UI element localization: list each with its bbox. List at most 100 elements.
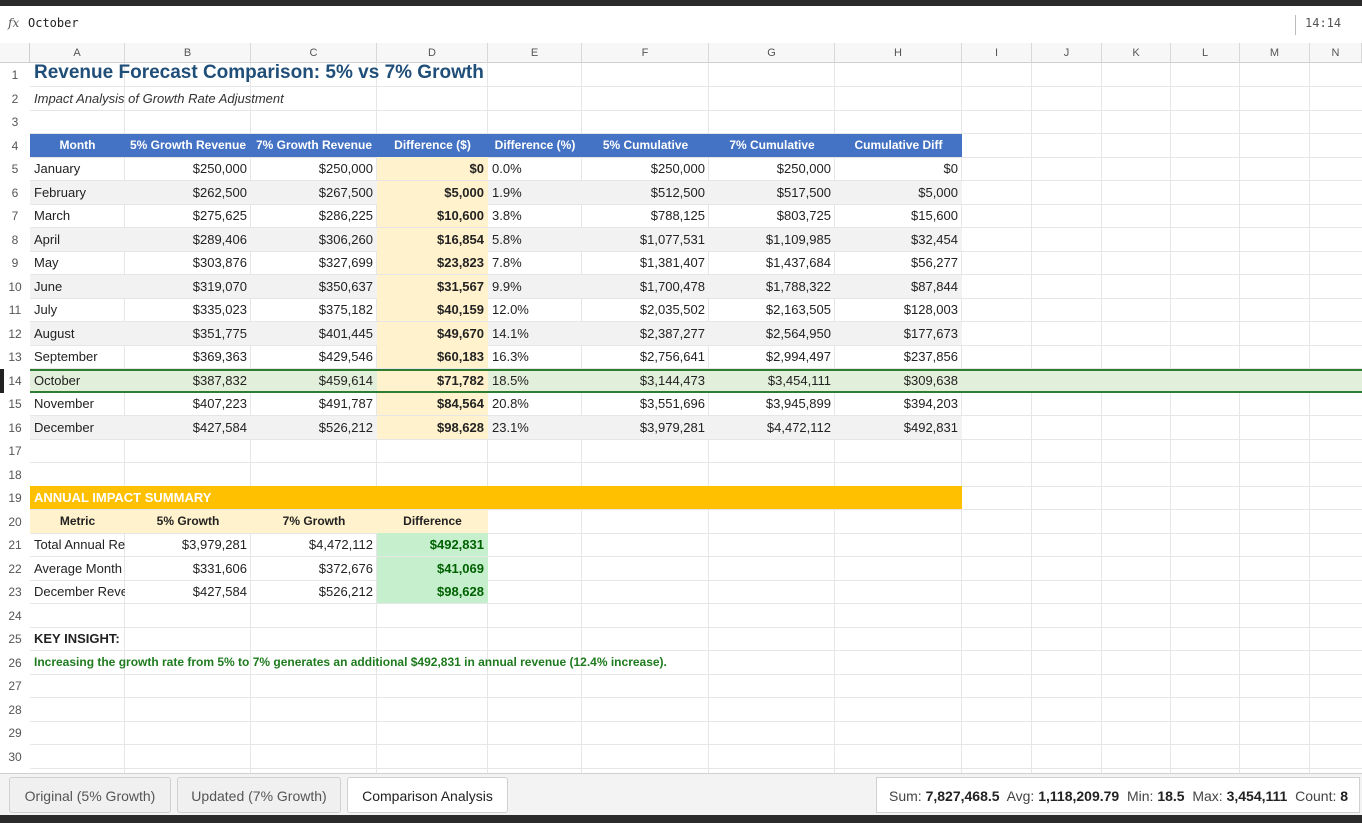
summary-cell[interactable]: Total Annual Re xyxy=(30,533,125,556)
table-cell[interactable]: $3,979,281 xyxy=(582,415,709,439)
row-header-28[interactable]: 28 xyxy=(0,697,30,722)
summary-cell[interactable]: $427,584 xyxy=(125,580,251,603)
column-header-A[interactable]: A xyxy=(30,43,125,63)
table-cell[interactable]: $267,500 xyxy=(251,180,377,204)
row-header-14[interactable]: 14 xyxy=(0,368,30,393)
table-cell[interactable]: $2,163,505 xyxy=(709,298,835,321)
table-cell[interactable]: 18.5% xyxy=(488,368,582,392)
table-cell[interactable]: $369,363 xyxy=(125,345,251,368)
table-cell[interactable]: 14.1% xyxy=(488,321,582,345)
table-cell[interactable]: $23,823 xyxy=(377,251,488,274)
row-header-17[interactable]: 17 xyxy=(0,439,30,463)
column-header-H[interactable]: H xyxy=(835,43,962,63)
table-cell[interactable]: April xyxy=(30,227,125,251)
table-cell[interactable]: 16.3% xyxy=(488,345,582,368)
table-cell[interactable]: $250,000 xyxy=(709,157,835,180)
table-cell[interactable]: $15,600 xyxy=(835,204,962,227)
summary-cell[interactable]: $98,628 xyxy=(377,580,488,603)
column-header-F[interactable]: F xyxy=(582,43,709,63)
summary-cell[interactable]: $4,472,112 xyxy=(251,533,377,556)
column-header-C[interactable]: C xyxy=(251,43,377,63)
row-header-18[interactable]: 18 xyxy=(0,462,30,487)
table-cell[interactable]: $71,782 xyxy=(377,368,488,392)
row-header-21[interactable]: 21 xyxy=(0,533,30,557)
table-cell[interactable]: $3,454,111 xyxy=(709,368,835,392)
table-cell[interactable]: $60,183 xyxy=(377,345,488,368)
table-cell[interactable]: $49,670 xyxy=(377,321,488,345)
table-cell[interactable]: $512,500 xyxy=(582,180,709,204)
table-cell[interactable]: $40,159 xyxy=(377,298,488,321)
summary-cell[interactable]: $526,212 xyxy=(251,580,377,603)
summary-cell[interactable]: December Reve xyxy=(30,580,125,603)
row-header-23[interactable]: 23 xyxy=(0,580,30,604)
table-cell[interactable]: $306,260 xyxy=(251,227,377,251)
row-header-25[interactable]: 25 xyxy=(0,627,30,651)
table-cell[interactable]: 3.8% xyxy=(488,204,582,227)
column-header-B[interactable]: B xyxy=(125,43,251,63)
summary-cell[interactable]: $3,979,281 xyxy=(125,533,251,556)
table-cell[interactable]: $128,003 xyxy=(835,298,962,321)
table-cell[interactable]: $492,831 xyxy=(835,415,962,439)
row-header-15[interactable]: 15 xyxy=(0,392,30,416)
table-cell[interactable]: $309,638 xyxy=(835,368,962,392)
row-header-26[interactable]: 26 xyxy=(0,650,30,675)
table-cell[interactable]: $2,387,277 xyxy=(582,321,709,345)
table-cell[interactable]: February xyxy=(30,180,125,204)
table-cell[interactable]: $429,546 xyxy=(251,345,377,368)
table-cell[interactable]: March xyxy=(30,204,125,227)
table-cell[interactable]: September xyxy=(30,345,125,368)
row-header-12[interactable]: 12 xyxy=(0,321,30,346)
row-header-4[interactable]: 4 xyxy=(0,133,30,158)
row-header-30[interactable]: 30 xyxy=(0,744,30,769)
row-header-10[interactable]: 10 xyxy=(0,274,30,299)
table-cell[interactable]: $56,277 xyxy=(835,251,962,274)
row-header-1[interactable]: 1 xyxy=(0,63,30,87)
formula-input[interactable]: October xyxy=(28,16,79,30)
column-header-N[interactable]: N xyxy=(1310,43,1362,63)
table-cell[interactable]: $2,756,641 xyxy=(582,345,709,368)
table-cell[interactable]: $335,023 xyxy=(125,298,251,321)
column-header-M[interactable]: M xyxy=(1240,43,1310,63)
table-cell[interactable]: $803,725 xyxy=(709,204,835,227)
table-cell[interactable]: 12.0% xyxy=(488,298,582,321)
summary-cell[interactable]: $331,606 xyxy=(125,557,251,580)
table-cell[interactable]: $387,832 xyxy=(125,368,251,392)
table-cell[interactable]: $4,472,112 xyxy=(709,415,835,439)
row-header-27[interactable]: 27 xyxy=(0,674,30,698)
table-cell[interactable]: $177,673 xyxy=(835,321,962,345)
table-cell[interactable]: $351,775 xyxy=(125,321,251,345)
table-cell[interactable]: $3,551,696 xyxy=(582,392,709,415)
tab-original[interactable]: Original (5% Growth) xyxy=(9,777,171,813)
table-cell[interactable]: $250,000 xyxy=(251,157,377,180)
row-header-20[interactable]: 20 xyxy=(0,509,30,534)
row-header-16[interactable]: 16 xyxy=(0,415,30,440)
table-cell[interactable]: $2,994,497 xyxy=(709,345,835,368)
table-cell[interactable]: $237,856 xyxy=(835,345,962,368)
table-cell[interactable]: $1,077,531 xyxy=(582,227,709,251)
table-cell[interactable]: October xyxy=(30,368,125,392)
table-cell[interactable]: 1.9% xyxy=(488,180,582,204)
table-cell[interactable]: 0.0% xyxy=(488,157,582,180)
row-header-13[interactable]: 13 xyxy=(0,345,30,369)
table-cell[interactable]: $1,381,407 xyxy=(582,251,709,274)
row-header-19[interactable]: 19 xyxy=(0,486,30,510)
table-cell[interactable]: $319,070 xyxy=(125,274,251,298)
table-cell[interactable]: $788,125 xyxy=(582,204,709,227)
table-cell[interactable]: $84,564 xyxy=(377,392,488,415)
table-cell[interactable]: $491,787 xyxy=(251,392,377,415)
row-header-3[interactable]: 3 xyxy=(0,110,30,134)
table-cell[interactable]: May xyxy=(30,251,125,274)
row-header-9[interactable]: 9 xyxy=(0,251,30,275)
table-cell[interactable]: $327,699 xyxy=(251,251,377,274)
summary-cell[interactable]: Average Month xyxy=(30,557,125,580)
table-cell[interactable]: $5,000 xyxy=(377,180,488,204)
table-cell[interactable]: 5.8% xyxy=(488,227,582,251)
table-cell[interactable]: $3,945,899 xyxy=(709,392,835,415)
table-cell[interactable]: June xyxy=(30,274,125,298)
row-header-8[interactable]: 8 xyxy=(0,227,30,252)
table-cell[interactable]: $262,500 xyxy=(125,180,251,204)
column-header-L[interactable]: L xyxy=(1171,43,1240,63)
row-header-22[interactable]: 22 xyxy=(0,556,30,581)
spreadsheet-grid[interactable]: A B C D E F G H I J K L M N 1 Revenue Forecast Comparis… xyxy=(0,43,1362,773)
table-cell[interactable]: November xyxy=(30,392,125,415)
